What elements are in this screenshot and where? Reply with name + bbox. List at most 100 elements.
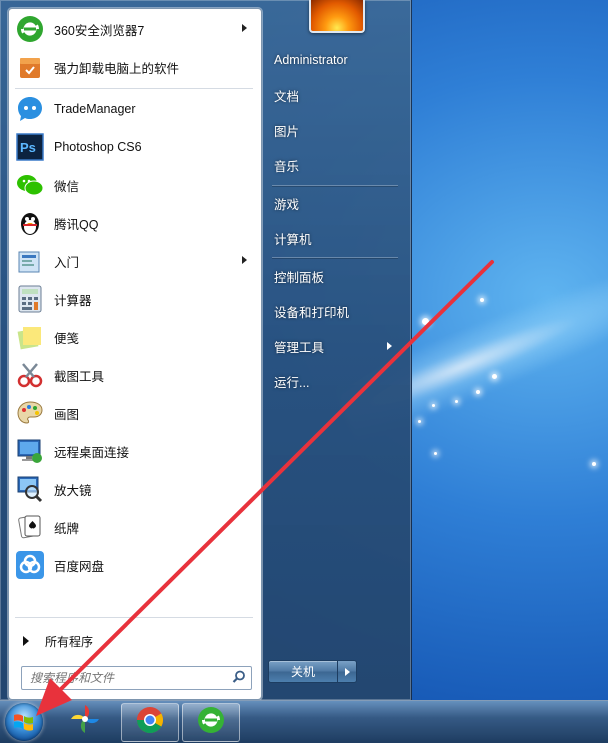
right-item-control-panel[interactable]: 控制面板 — [268, 261, 404, 291]
search-input[interactable] — [28, 670, 222, 686]
program-label: 远程桌面连接 — [54, 445, 130, 460]
right-item-label: 管理工具 — [274, 340, 325, 355]
program-item-360-browser[interactable]: 360安全浏览器7 — [13, 11, 257, 47]
magnifier-icon — [14, 473, 46, 505]
program-label: 画图 — [54, 407, 80, 422]
photoshop-icon: Ps — [14, 131, 46, 163]
calculator-icon — [14, 283, 46, 315]
right-item-label: 文档 — [274, 89, 300, 104]
program-label: 百度网盘 — [54, 559, 105, 574]
program-item-qq[interactable]: 腾讯QQ — [13, 205, 257, 241]
all-programs-separator — [15, 617, 253, 618]
program-label: 截图工具 — [54, 369, 105, 384]
program-item-photoshop[interactable]: Ps Photoshop CS6 — [13, 129, 257, 165]
program-item-wechat[interactable]: 微信 — [13, 167, 257, 203]
right-item-label: 设备和打印机 — [274, 305, 350, 320]
program-item-snipping-tool[interactable]: 截图工具 — [13, 357, 257, 393]
right-item-label: 音乐 — [274, 159, 300, 174]
solitaire-cards-icon — [14, 511, 46, 543]
taskbar-pinwheel-app[interactable] — [57, 703, 113, 740]
right-item-pictures[interactable]: 图片 — [268, 115, 404, 145]
submenu-arrow-icon — [242, 256, 247, 264]
all-programs-button[interactable]: 所有程序 — [13, 627, 257, 655]
right-item-administrator[interactable]: Administrator — [268, 45, 404, 75]
program-label: 360安全浏览器7 — [54, 23, 145, 38]
browser-360-icon — [14, 13, 46, 45]
snipping-tool-icon — [14, 359, 46, 391]
program-item-calculator[interactable]: 计算器 — [13, 281, 257, 317]
qq-penguin-icon — [14, 207, 46, 239]
remote-desktop-icon — [14, 435, 46, 467]
browser-360-icon — [196, 705, 226, 740]
right-item-documents[interactable]: 文档 — [268, 80, 404, 110]
submenu-arrow-icon — [387, 342, 392, 350]
baidu-netdisk-icon — [14, 549, 46, 581]
wallpaper-sparkle — [422, 318, 429, 325]
program-item-uninstaller[interactable]: 强力卸载电脑上的软件 — [13, 49, 257, 85]
taskbar-chrome[interactable] — [121, 703, 179, 742]
right-item-label: 图片 — [274, 124, 300, 139]
right-item-label: 游戏 — [274, 197, 300, 212]
wallpaper-sparkle — [432, 404, 435, 407]
program-item-baidu-netdisk[interactable]: 百度网盘 — [13, 547, 257, 583]
search-box[interactable] — [21, 666, 252, 690]
shutdown-button[interactable]: 关机 — [268, 660, 338, 683]
wechat-icon — [14, 169, 46, 201]
program-item-paint[interactable]: 画图 — [13, 395, 257, 431]
right-item-devices-printers[interactable]: 设备和打印机 — [268, 296, 404, 326]
triangle-right-icon — [23, 636, 29, 646]
right-separator — [272, 257, 398, 258]
shutdown-options-button[interactable] — [337, 660, 357, 683]
program-label: 微信 — [54, 179, 80, 194]
program-item-sticky-notes[interactable]: 便笺 — [13, 319, 257, 355]
start-menu: 360安全浏览器7 强力卸载电脑上的软件 TradeManager Ps Pho… — [0, 0, 412, 700]
right-item-admin-tools[interactable]: 管理工具 — [268, 331, 404, 361]
program-item-trademanager[interactable]: TradeManager — [13, 91, 257, 127]
wallpaper-sparkle — [476, 390, 480, 394]
programs-pane: 360安全浏览器7 强力卸载电脑上的软件 TradeManager Ps Pho… — [8, 8, 262, 700]
right-item-label: 运行... — [274, 375, 310, 390]
right-separator — [272, 185, 398, 186]
windows-start-orb-icon[interactable] — [5, 703, 43, 741]
right-item-games[interactable]: 游戏 — [268, 188, 404, 218]
program-label: 计算器 — [54, 293, 92, 308]
wallpaper-sparkle — [492, 374, 497, 379]
wallpaper-sparkle — [592, 462, 596, 466]
program-label: 强力卸载电脑上的软件 — [54, 61, 180, 76]
paint-palette-icon — [14, 397, 46, 429]
right-item-label: Administrator — [274, 53, 348, 67]
right-item-label: 控制面板 — [274, 270, 325, 285]
program-item-magnifier[interactable]: 放大镜 — [13, 471, 257, 507]
user-avatar[interactable] — [309, 0, 365, 33]
wallpaper-sparkle — [480, 298, 484, 302]
getting-started-icon — [14, 245, 46, 277]
program-label: Photoshop CS6 — [54, 140, 142, 154]
all-programs-label: 所有程序 — [45, 634, 94, 649]
program-label: 纸牌 — [54, 521, 80, 536]
pinned-separator — [15, 88, 253, 89]
program-label: 便笺 — [54, 331, 80, 346]
program-item-solitaire[interactable]: 纸牌 — [13, 509, 257, 545]
program-label: 入门 — [54, 255, 80, 270]
sticky-notes-icon — [14, 321, 46, 353]
trademanager-icon — [14, 93, 46, 125]
program-label: TradeManager — [54, 102, 136, 116]
search-icon[interactable] — [232, 670, 246, 689]
submenu-arrow-icon — [242, 24, 247, 32]
wallpaper-sparkle — [455, 400, 458, 403]
svg-text:Ps: Ps — [20, 140, 36, 155]
right-item-run[interactable]: 运行... — [268, 366, 404, 396]
program-label: 腾讯QQ — [54, 217, 99, 232]
program-label: 放大镜 — [54, 483, 92, 498]
right-item-music[interactable]: 音乐 — [268, 150, 404, 180]
program-item-getting-started[interactable]: 入门 — [13, 243, 257, 279]
program-item-remote-desktop[interactable]: 远程桌面连接 — [13, 433, 257, 469]
wallpaper-sparkle — [418, 420, 421, 423]
wallpaper-sparkle — [434, 452, 437, 455]
chrome-icon — [135, 705, 165, 740]
right-item-computer[interactable]: 计算机 — [268, 223, 404, 253]
pinwheel-app-icon — [69, 703, 101, 740]
uninstall-box-icon — [14, 51, 46, 83]
taskbar-360-browser[interactable] — [182, 703, 240, 742]
shutdown-label: 关机 — [290, 665, 315, 679]
